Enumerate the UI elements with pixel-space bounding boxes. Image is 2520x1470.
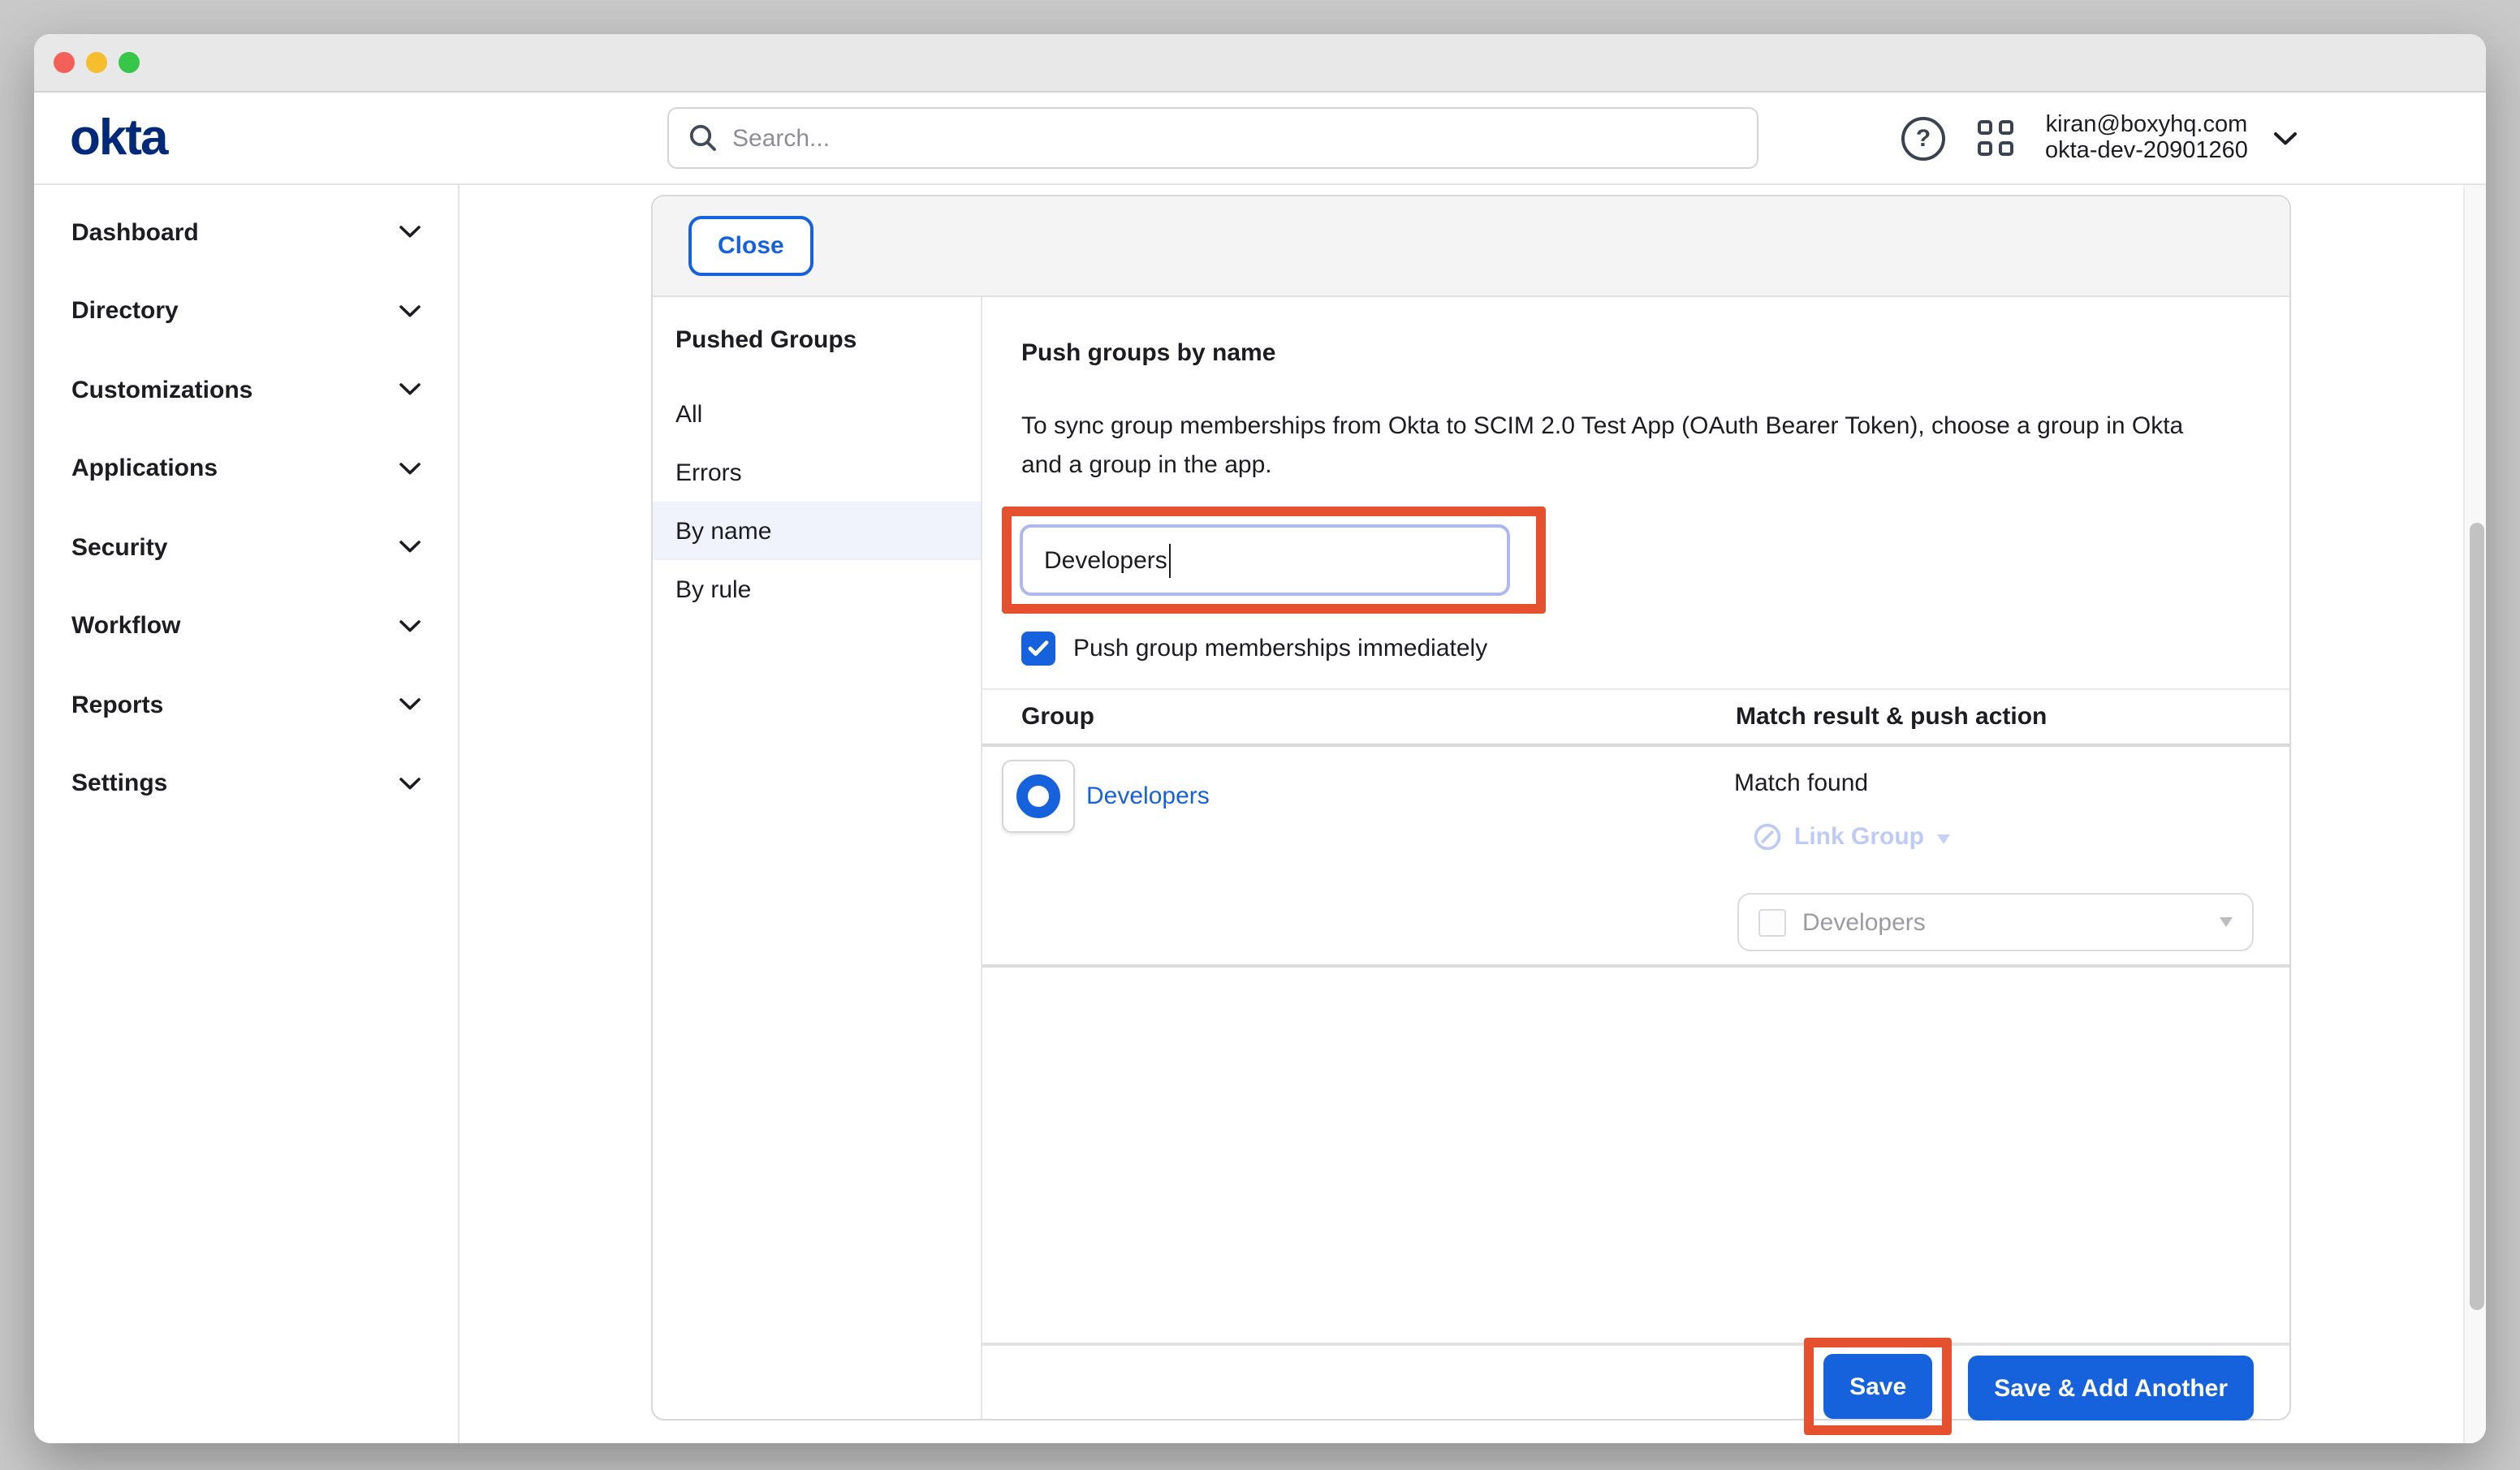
divider — [982, 744, 2289, 747]
sidebar-item-label: Security — [71, 534, 167, 562]
link-icon — [1754, 823, 1781, 851]
dialog-body: Pushed Groups All Errors By name By rule… — [653, 297, 2289, 1419]
sidebar-item-customizations[interactable]: Customizations — [34, 351, 458, 429]
app-header: okta Search... ? kiran@boxyhq.com okt — [34, 93, 2486, 185]
annotation-highlight-save: Save — [1804, 1338, 1952, 1435]
chevron-down-icon — [399, 778, 421, 791]
content-area: Close Pushed Groups All Errors By name B… — [460, 185, 2486, 1443]
group-name-link[interactable]: Developers — [1086, 782, 1210, 809]
sidebar-item-dashboard[interactable]: Dashboard — [34, 193, 458, 272]
dialog-footer: Save Save & Add Another — [982, 1343, 2289, 1419]
push-immediately-label: Push group memberships immediately — [1073, 635, 1487, 662]
sidebar-item-workflow[interactable]: Workflow — [34, 587, 458, 666]
save-add-another-button[interactable]: Save & Add Another — [1968, 1356, 2254, 1420]
chevron-down-icon — [399, 541, 421, 554]
app-group-checkbox-icon — [1758, 908, 1786, 936]
subnav-item-all[interactable]: All — [653, 385, 981, 443]
divider — [982, 964, 2289, 968]
caret-down-icon — [1937, 834, 1950, 843]
sidebar-item-label: Dashboard — [71, 219, 199, 247]
sidebar-item-settings[interactable]: Settings — [34, 744, 458, 823]
chevron-down-icon — [399, 384, 421, 397]
sidebar-item-directory[interactable]: Directory — [34, 272, 458, 351]
help-icon[interactable]: ? — [1901, 116, 1945, 160]
scrollbar-thumb[interactable] — [2469, 523, 2483, 1310]
subnav-item-by-name[interactable]: By name — [653, 502, 981, 560]
chevron-down-icon — [399, 463, 421, 476]
chevron-down-icon — [399, 699, 421, 712]
sidebar-item-label: Settings — [71, 770, 167, 798]
match-result-text: Match found — [1734, 769, 2254, 797]
chevron-down-icon — [399, 620, 421, 633]
caret-down-icon — [2220, 917, 2233, 927]
sidebar-item-label: Customizations — [71, 377, 252, 404]
traffic-light-close-icon[interactable] — [54, 52, 75, 73]
push-immediately-row: Push group memberships immediately — [1021, 632, 2254, 666]
user-account-menu[interactable]: kiran@boxyhq.com okta-dev-20901260 — [2045, 111, 2248, 165]
group-name-input[interactable]: Developers — [1020, 524, 1510, 596]
table-row: Developers Match found — [1021, 753, 2254, 951]
titlebar — [34, 34, 2486, 93]
desktop: okta Search... ? kiran@boxyhq.com okt — [0, 0, 2520, 1470]
group-name-input-value: Developers — [1044, 546, 1167, 574]
column-header-group: Group — [1021, 703, 1736, 731]
dialog-header: Close — [653, 196, 2289, 297]
sidebar-item-security[interactable]: Security — [34, 508, 458, 587]
scrollbar-track[interactable] — [2463, 185, 2486, 1443]
push-immediately-checkbox[interactable] — [1021, 632, 1055, 666]
match-result-cell: Match found Link Group — [1734, 753, 2254, 951]
column-header-match: Match result & push action — [1736, 703, 2254, 731]
traffic-light-zoom-icon[interactable] — [119, 52, 140, 73]
sidebar-item-label: Reports — [71, 692, 163, 719]
search-input[interactable]: Search... — [667, 107, 1758, 169]
okta-group-cell: Developers — [1021, 753, 1734, 838]
chevron-down-icon[interactable] — [2274, 131, 2298, 145]
save-button[interactable]: Save — [1823, 1354, 1932, 1419]
pushed-groups-dialog: Close Pushed Groups All Errors By name B… — [651, 195, 2291, 1420]
match-table-header: Group Match result & push action — [1021, 690, 2254, 744]
subnav-item-by-rule[interactable]: By rule — [653, 560, 981, 619]
search-icon — [688, 123, 718, 153]
sidebar-nav: Dashboard Directory Customizations Appli… — [34, 185, 460, 1443]
subnav-item-errors[interactable]: Errors — [653, 443, 981, 502]
annotation-highlight-input: Developers — [1002, 507, 1546, 614]
link-group-button[interactable]: Link Group — [1754, 823, 1950, 851]
group-avatar — [1002, 759, 1075, 832]
chevron-down-icon — [399, 305, 421, 318]
link-group-label: Link Group — [1794, 823, 1924, 851]
chevron-down-icon — [399, 226, 421, 239]
okta-logo[interactable]: okta — [70, 109, 167, 167]
traffic-light-minimize-icon[interactable] — [86, 52, 107, 73]
app-group-select[interactable]: Developers — [1737, 893, 2254, 951]
close-button[interactable]: Close — [688, 216, 813, 276]
check-icon — [1028, 640, 1049, 657]
app-group-select-value: Developers — [1802, 908, 1926, 936]
main-row: Dashboard Directory Customizations Appli… — [34, 185, 2486, 1443]
apps-grid-icon[interactable] — [1978, 121, 2013, 156]
header-right-cluster: ? kiran@boxyhq.com okta-dev-20901260 — [1901, 93, 2298, 183]
okta-group-ring-icon — [1016, 774, 1060, 817]
form-description: To sync group memberships from Okta to S… — [1021, 407, 2226, 485]
search-placeholder: Search... — [732, 124, 830, 152]
sidebar-item-label: Applications — [71, 455, 218, 483]
pushed-groups-subnav: Pushed Groups All Errors By name By rule — [653, 297, 982, 1419]
user-email: kiran@boxyhq.com — [2045, 111, 2248, 138]
text-cursor — [1169, 543, 1172, 577]
sidebar-item-reports[interactable]: Reports — [34, 666, 458, 744]
push-by-name-panel: Push groups by name To sync group member… — [982, 297, 2289, 1419]
browser-window: okta Search... ? kiran@boxyhq.com okt — [34, 34, 2486, 1443]
form-title: Push groups by name — [1021, 339, 2254, 367]
sidebar-item-label: Workflow — [71, 613, 180, 640]
user-org: okta-dev-20901260 — [2045, 138, 2248, 165]
subnav-title: Pushed Groups — [653, 326, 981, 354]
sidebar-item-applications[interactable]: Applications — [34, 429, 458, 508]
sidebar-item-label: Directory — [71, 298, 179, 325]
